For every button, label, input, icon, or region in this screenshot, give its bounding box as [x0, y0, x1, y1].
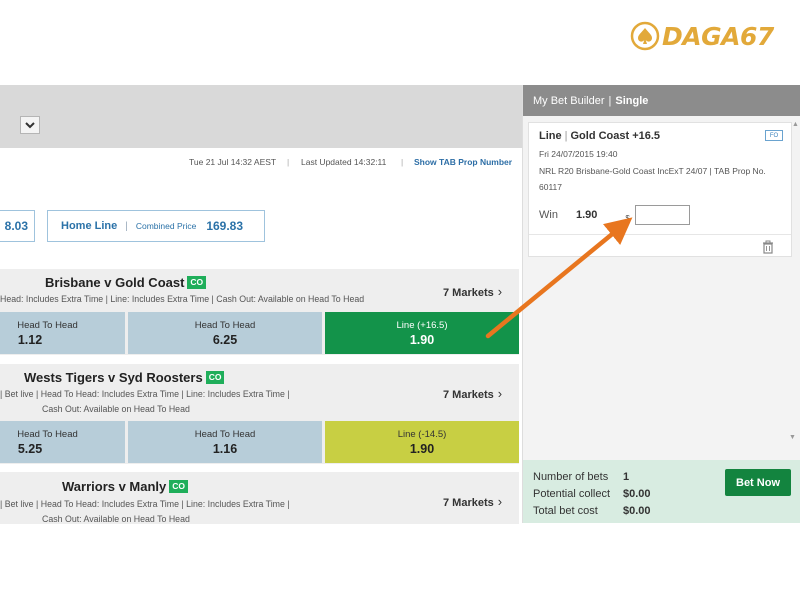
trash-icon[interactable]: [761, 240, 775, 254]
divider: [529, 234, 791, 235]
odds-value: 1.90: [409, 332, 435, 347]
bet-selection: Gold Coast +16.5: [570, 130, 661, 142]
odds-label: Head To Head: [17, 428, 78, 440]
cash-out-badge: CO: [205, 371, 225, 384]
stake-input[interactable]: [634, 205, 690, 225]
price-box-left[interactable]: 8.03: [0, 210, 35, 242]
bet-title: Line | Gold Coast +16.5: [539, 130, 660, 142]
match-info: Head: Includes Extra Time | Line: Includ…: [0, 294, 365, 304]
markets-count: 7 Markets: [443, 389, 494, 401]
match-title[interactable]: Wests Tigers v Syd Roosters CO: [24, 370, 225, 385]
filter-bar: [0, 85, 522, 148]
odds-value: 1.12: [17, 332, 43, 347]
odds-button[interactable]: Line (-14.5) 1.90: [325, 421, 519, 463]
date-time: Tue 21 Jul 14:32 AEST: [189, 157, 277, 167]
dropdown-button[interactable]: [20, 116, 40, 134]
potential-collect-row: Potential collect $0.00: [533, 488, 651, 500]
markets-link[interactable]: 7 Markets ›: [443, 284, 502, 299]
match-title[interactable]: Brisbane v Gold Coast CO: [45, 275, 207, 290]
bet-summary: Number of bets 1 Potential collect $0.00…: [523, 460, 800, 523]
match-title[interactable]: Warriors v Manly CO: [62, 479, 189, 494]
match-name: Warriors v Manly: [62, 479, 167, 494]
bet-builder-panel: My Bet Builder | Single ▲ Line | Gold Coas…: [522, 85, 800, 523]
odds-label: Head To Head: [17, 319, 78, 331]
match-name: Wests Tigers v Syd Roosters: [24, 370, 203, 385]
separator: |: [608, 94, 612, 107]
separator: |: [287, 157, 290, 167]
bet-market: Line: [539, 130, 562, 142]
scroll-down-arrow[interactable]: ▼: [789, 434, 796, 441]
combined-price-value: 169.83: [206, 219, 244, 233]
odds-button-selected[interactable]: Line (+16.5) 1.90: [325, 312, 519, 354]
odds-button[interactable]: Head To Head 5.25: [0, 421, 125, 463]
fixed-odds-badge: FO: [765, 130, 783, 141]
odds-label: Line (-14.5): [397, 428, 447, 440]
chevron-down-icon: [25, 121, 35, 128]
bet-description: NRL R20 Brisbane-Gold Coast IncExT 24/07…: [539, 166, 766, 192]
total-bet-cost-value: $0.00: [623, 505, 651, 517]
separator: |: [401, 157, 404, 167]
odds-value: 1.16: [212, 441, 238, 456]
cash-out-badge: CO: [169, 480, 189, 493]
separator: |: [564, 130, 568, 142]
number-of-bets-label: Number of bets: [533, 471, 609, 483]
odds-label: Head To Head: [194, 319, 256, 331]
bet-date: Fri 24/07/2015 19:40: [539, 149, 618, 159]
scroll-up-arrow[interactable]: ▲: [792, 121, 799, 128]
odds-label: Line (+16.5): [396, 319, 448, 331]
bet-builder-title: My Bet Builder: [533, 94, 605, 107]
separator: |: [125, 220, 128, 232]
chevron-right-icon: ›: [497, 284, 503, 299]
total-bet-cost-label: Total bet cost: [533, 505, 598, 517]
match-row: Wests Tigers v Syd Roosters CO | Bet liv…: [0, 364, 519, 464]
win-label: Win: [539, 209, 558, 221]
brand-logo: DAGA67: [630, 18, 800, 54]
chevron-right-icon: ›: [497, 386, 503, 401]
bet-mode-tab[interactable]: Single: [615, 95, 648, 107]
odds-button[interactable]: Head To Head 6.25: [128, 312, 322, 354]
number-of-bets-row: Number of bets 1: [533, 471, 629, 483]
home-line-label: Home Line: [61, 220, 118, 232]
currency-symbol: $: [625, 213, 630, 223]
match-name: Brisbane v Gold Coast: [45, 275, 185, 290]
match-info-cash-out: Cash Out: Available on Head To Head: [42, 514, 190, 524]
last-updated: Last Updated 14:32:11: [301, 157, 387, 167]
show-prop-number-link[interactable]: Show TAB Prop Number: [414, 157, 512, 167]
spade-icon: [630, 21, 660, 51]
number-of-bets-value: 1: [623, 471, 630, 483]
win-odds: 1.90: [575, 209, 598, 221]
bet-builder-header: My Bet Builder | Single: [523, 85, 800, 116]
potential-collect-label: Potential collect: [533, 488, 611, 500]
total-bet-cost-row: Total bet cost $0.00: [533, 505, 651, 517]
combined-price-label: Combined Price: [135, 221, 197, 231]
bet-now-button[interactable]: Bet Now: [725, 469, 791, 496]
cash-out-badge: CO: [187, 276, 207, 289]
logo-text: DAGA67: [662, 21, 774, 51]
match-info: | Bet live | Head To Head: Includes Extr…: [0, 389, 290, 399]
home-line-box[interactable]: Home Line | Combined Price 169.83: [47, 210, 265, 242]
match-row: Warriors v Manly CO | Bet live | Head To…: [0, 472, 519, 524]
markets-link[interactable]: 7 Markets ›: [443, 386, 502, 401]
odds-button[interactable]: Head To Head 1.16: [128, 421, 322, 463]
odds-value: 6.25: [212, 332, 238, 347]
win-row: Win 1.90 $: [539, 205, 690, 225]
match-info-cash-out: Cash Out: Available on Head To Head: [42, 404, 190, 414]
potential-collect-value: $0.00: [623, 488, 651, 500]
odds-value: 1.90: [409, 441, 435, 456]
price-value: 8.03: [4, 219, 28, 233]
odds-label: Head To Head: [194, 428, 256, 440]
match-row: Brisbane v Gold Coast CO Head: Includes …: [0, 269, 519, 355]
markets-link[interactable]: 7 Markets ›: [443, 494, 502, 509]
odds-value: 5.25: [17, 441, 43, 456]
markets-count: 7 Markets: [443, 497, 494, 509]
bet-slip-card: Line | Gold Coast +16.5 FO Fri 24/07/2015 …: [528, 122, 792, 257]
odds-button[interactable]: Head To Head 1.12: [0, 312, 125, 354]
match-info: | Bet live | Head To Head: Includes Extr…: [0, 499, 290, 509]
chevron-right-icon: ›: [497, 494, 503, 509]
markets-count: 7 Markets: [443, 287, 494, 299]
